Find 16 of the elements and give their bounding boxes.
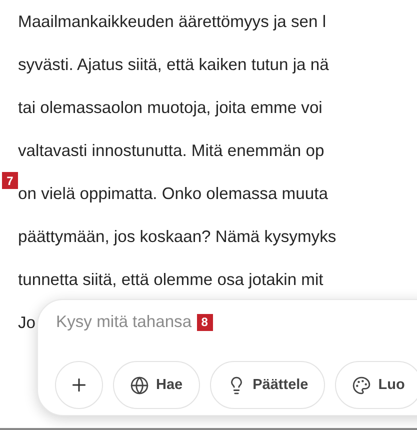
paragraph-line: tunnetta siitä, että olemme osa jotakin mit [18,270,324,289]
paragraph-line: valtavasti innostunutta. Mitä enemmän op [18,141,324,160]
marker-badge: 8 [196,314,213,330]
paragraph-line: tai olemassaolon muotoja, joita emme voi [18,98,322,117]
tool-button[interactable]: Päättele [210,361,326,409]
globe-icon [130,376,149,394]
paragraph-line: on vielä oppimatta. Onko olemassa muuta [18,184,328,203]
palette-icon [352,376,372,394]
paragraph-line: päättymään, jos koskaan? Nämä kysymyks [18,227,336,246]
paragraph-line: Maailmankaikkeuden äärettömyys ja sen l [18,12,326,31]
marker-badge: 7 [2,172,18,189]
paragraph-line: Jo [18,313,36,332]
tool-button[interactable]: Hae [113,361,200,409]
tool-button[interactable]: Luo [335,361,417,409]
paragraph-line: syvästi. Ajatus siitä, että kaiken tutun ja nä [18,55,329,74]
add-button[interactable] [55,361,103,409]
